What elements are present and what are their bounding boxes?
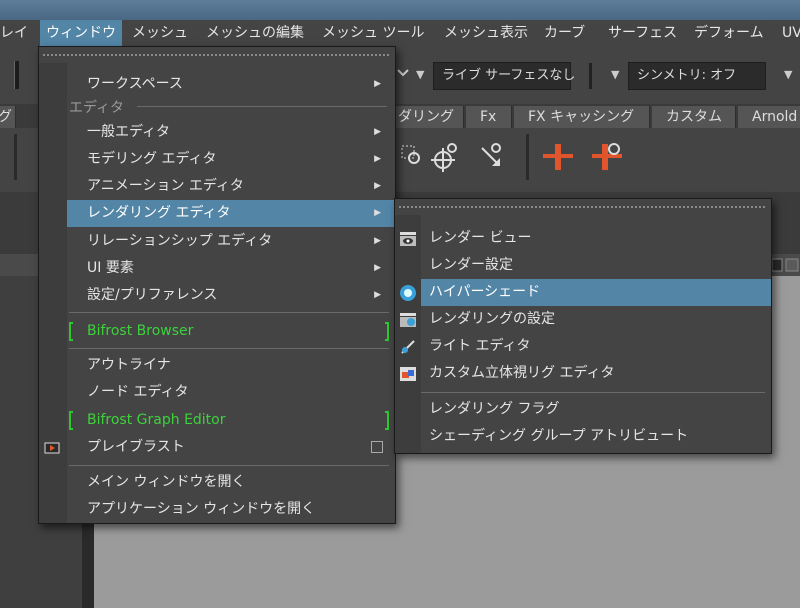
menu-item-modeling-editors[interactable]: モデリング エディタ ▶ [39,146,395,173]
menu-item-preferences[interactable]: 設定/プリファレンス ▶ [39,282,395,309]
tab-shelf-partial[interactable]: グ [0,106,16,128]
dropdown-arrow-icon[interactable]: ▼ [416,68,424,81]
menu-divider [69,465,389,466]
rendering-editors-submenu: レンダー ビュー レンダー設定 ハイパーシェード レンダリングの設定 ライト エ… [394,198,772,454]
playblast-icon [44,442,60,454]
window-titlebar [0,0,800,20]
submenu-arrow-icon: ▶ [374,127,381,137]
menu-item-ui-elements[interactable]: UI 要素 ▶ [39,255,395,282]
menu-divider [69,312,389,313]
aim-constraint-icon[interactable] [474,140,508,174]
submenu-arrow-icon: ▶ [374,263,381,273]
menu-item-hypershade[interactable]: ハイパーシェード [421,279,771,306]
tab-rendering[interactable]: ダリング [394,106,464,128]
panel-layout-icon[interactable] [770,255,800,275]
menu-uv[interactable]: UV [776,20,800,46]
menu-item-render-settings[interactable]: レンダー設定 [395,252,771,279]
menu-item-rendering-flags[interactable]: レンダリング フラグ [395,396,771,423]
menu-edit-mesh[interactable]: メッシュの編集 [200,20,310,46]
bracket-left-icon [69,322,73,341]
submenu-arrow-icon: ▶ [374,181,381,191]
statusline-handle[interactable] [14,61,19,89]
submenu-arrow-icon: ▶ [374,79,381,89]
menu-item-light-editor[interactable]: ライト エディタ [395,333,771,360]
menu-item-open-app-window[interactable]: アプリケーション ウィンドウを開く [39,496,395,523]
ik-handle-icon[interactable] [590,140,624,174]
bracket-right-icon [385,322,389,341]
section-editors: エディタ [69,97,388,117]
menu-item-playblast[interactable]: プレイブラスト [39,434,395,461]
symmetry-field[interactable]: シンメトリ: オフ [628,62,766,90]
submenu-arrow-icon: ▶ [374,154,381,164]
menu-item-outliner[interactable]: アウトライナ [39,352,395,379]
menu-curves[interactable]: カーブ [538,20,591,46]
tab-fx-caching[interactable]: FX キャッシング [514,106,650,128]
snap-icon[interactable] [396,66,410,80]
statusline-separator [589,63,592,89]
menu-window[interactable]: ウィンドウ [40,20,122,46]
menu-mesh[interactable]: メッシュ [126,20,194,46]
menu-deform[interactable]: デフォーム [688,20,770,46]
submenu-arrow-icon: ▶ [374,290,381,300]
menu-item-rendering-editors[interactable]: レンダリング エディタ ▶ [67,200,395,227]
menu-item-rendering-setup[interactable]: レンダリングの設定 [395,306,771,333]
menu-item-shading-group-attributes[interactable]: シェーディング グループ アトリビュート [395,423,771,450]
menu-item-stereo-rig-editor[interactable]: カスタム立体視リグ エディタ [395,360,771,387]
menu-item-bifrost-browser[interactable]: Bifrost Browser [39,318,395,345]
hypershade-icon [400,285,416,301]
main-menubar: レイ ウィンドウ メッシュ メッシュの編集 メッシュ ツール メッシュ表示 カー… [0,20,800,46]
tear-off-handle[interactable] [395,199,771,215]
stereo-rig-icon [400,367,416,381]
shelf-separator [14,134,17,180]
bracket-left-icon [69,411,73,430]
submenu-arrow-icon: ▶ [374,236,381,246]
menu-item-render-view[interactable]: レンダー ビュー [395,225,771,252]
bracket-right-icon [385,411,389,430]
menu-item-node-editor[interactable]: ノード エディタ [39,379,395,406]
tab-fx[interactable]: Fx [466,106,512,128]
render-view-icon [400,232,416,246]
menu-item-general-editors[interactable]: 一般エディタ ▶ [39,119,395,146]
menu-item-relationship-editors[interactable]: リレーションシップ エディタ ▶ [39,228,395,255]
menu-item-workspace[interactable]: ワークスペース ▶ [39,71,395,98]
menu-display[interactable]: レイ [0,20,34,46]
menu-item-open-main-window[interactable]: メイン ウィンドウを開く [39,469,395,496]
render-setup-icon [400,313,416,327]
dropdown-arrow-icon[interactable]: ▼ [784,68,792,81]
window-menu: ワークスペース ▶ エディタ 一般エディタ ▶ モデリング エディタ ▶ アニメ… [38,46,396,524]
shelf-separator [526,134,529,180]
menu-divider [69,348,389,349]
live-surface-field[interactable]: ライブ サーフェスなし [433,62,575,90]
submenu-arrow-icon: ▶ [374,208,381,218]
menu-item-bifrost-graph-editor[interactable]: Bifrost Graph Editor [39,407,395,434]
tear-off-handle[interactable] [39,47,395,63]
menu-divider [421,392,765,393]
light-editor-icon [401,340,415,354]
locator-icon[interactable] [428,140,462,174]
menu-item-animation-editors[interactable]: アニメーション エディタ ▶ [39,173,395,200]
option-box-icon[interactable] [371,441,383,453]
menu-surfaces[interactable]: サーフェス [602,20,683,46]
constraint-icon[interactable] [394,140,428,174]
menu-mesh-display[interactable]: メッシュ表示 [438,20,534,46]
joint-icon[interactable] [541,140,575,174]
tab-custom[interactable]: カスタム [652,106,736,128]
menu-mesh-tools[interactable]: メッシュ ツール [316,20,430,46]
dropdown-arrow-icon[interactable]: ▼ [611,68,619,81]
tab-arnold[interactable]: Arnold [738,106,800,128]
